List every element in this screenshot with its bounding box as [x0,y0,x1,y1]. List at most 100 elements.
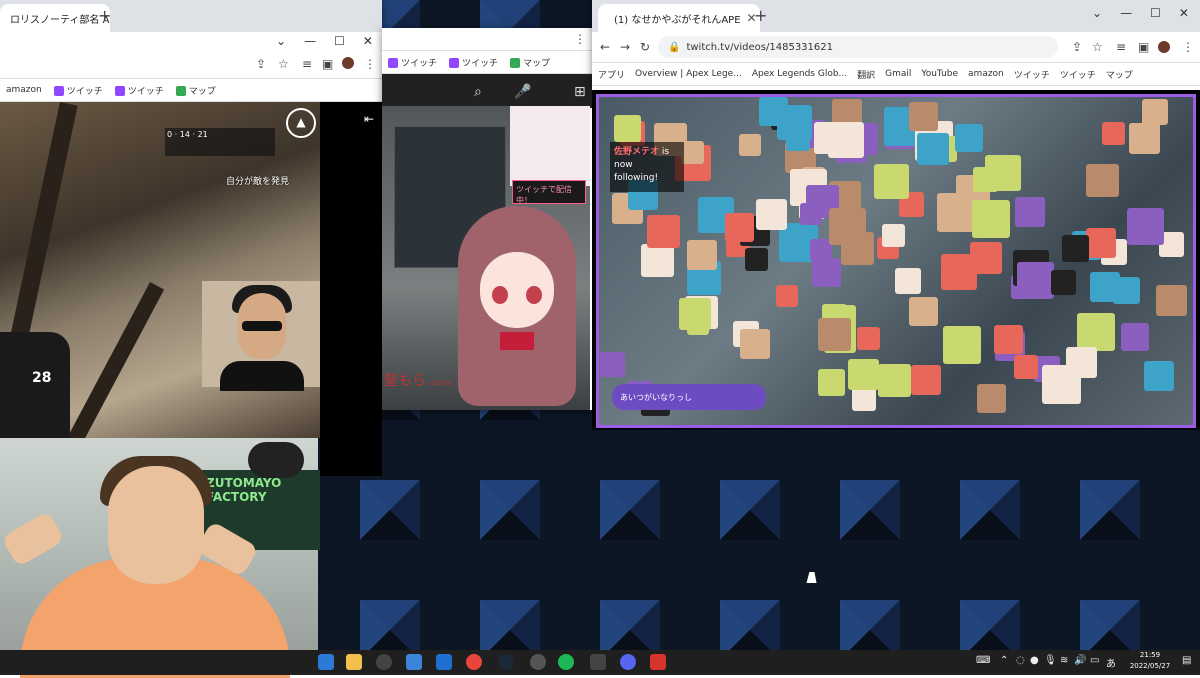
store-icon[interactable] [406,654,422,670]
emote-tile [681,141,704,164]
minimize-icon[interactable]: — [1120,6,1132,20]
emote-tile [600,352,625,377]
forward-icon[interactable]: → [620,40,630,54]
sidebar-icon[interactable]: ▣ [322,57,333,71]
bookmark-twitch-1[interactable]: ツイッチ [53,84,103,97]
steam-icon[interactable] [498,654,514,670]
bookmark-map[interactable]: マップ [1106,68,1133,81]
maximize-icon[interactable]: ☐ [334,34,345,48]
ime-indicator[interactable]: あ [1106,655,1116,670]
emote-tile [814,122,846,154]
left-titlebar: ⌄ — ☐ ✕ [0,32,382,50]
volume-icon[interactable]: 🔊 [1074,655,1086,666]
file-explorer-icon[interactable] [346,654,362,670]
tray-app-icon[interactable]: ● [1030,655,1039,666]
network-icon[interactable]: ◌ [1016,655,1025,666]
bookmark-youtube[interactable]: YouTube [921,69,958,79]
menu-icon[interactable]: ⋮ [364,57,376,71]
new-tab-icon[interactable]: + [754,6,767,25]
emote-tile [985,155,1021,191]
avatar[interactable] [1158,41,1170,53]
display-icon[interactable]: ▭ [1090,655,1099,666]
emote-tile [943,326,981,364]
mail-icon[interactable] [436,654,452,670]
keyboard-icon[interactable]: ⌨ [976,655,990,666]
bookmark-twitch-1[interactable]: ツイッチ [1014,68,1050,81]
create-icon[interactable]: ⊞ [574,84,586,100]
bookmark-twitch-2[interactable]: ツイッチ [114,84,164,97]
bookmark-translate[interactable]: 翻訳 [857,68,875,81]
windows-start-icon[interactable] [318,654,334,670]
search-icon[interactable]: ⌕ [474,84,482,100]
left-toolbar: ⇪ ☆ ≡ ▣ ⋮ [0,50,382,79]
emote-tile [739,134,761,156]
emote-tile [955,124,983,152]
bookmark-map[interactable]: マップ [175,84,216,97]
minimize-icon[interactable]: — [304,34,316,48]
maximize-icon[interactable]: ☐ [1150,6,1161,20]
chrome-icon[interactable] [466,654,482,670]
star-icon[interactable]: ☆ [278,57,289,71]
emote-tile [1113,277,1140,304]
bookmark-twitch-2[interactable]: ツイッチ [1060,68,1096,81]
mic-icon[interactable]: 🎤 [514,84,531,100]
discord-icon[interactable] [620,654,636,670]
taskbar-clock[interactable]: 21:59 2022/05/27 [1128,650,1172,672]
chevron-down-icon[interactable]: ⌄ [1092,6,1102,20]
bookmark-twitch-2[interactable]: ツイッチ [449,56,498,69]
mic-tray-icon[interactable]: 🎙 [1044,655,1057,666]
share-icon[interactable]: ⇪ [1072,40,1082,54]
bookmark-map[interactable]: マップ [510,56,550,69]
bookmark-gmail[interactable]: Gmail [885,69,911,79]
adobe-icon[interactable] [650,654,666,670]
emote-tile [1127,208,1164,245]
bookmark-overview[interactable]: Overview | Apex Lege... [635,69,742,79]
twitch-icon [449,58,460,68]
back-icon[interactable]: ← [600,40,610,54]
vtuber-name: 聖もら mochi [384,370,452,390]
left-tab[interactable]: ロリスノーティ部名 A ✕ [0,4,110,32]
share-icon[interactable]: ⇪ [256,57,266,71]
emote-tile [909,297,938,326]
sidebar-icon[interactable]: ▣ [1138,40,1149,54]
bookmark-amazon[interactable]: amazon [968,69,1004,79]
emote-tile [977,384,1006,413]
emote-tile [1086,228,1116,258]
twitch-stream-video[interactable] [596,94,1196,428]
reading-list-icon[interactable]: ≡ [1116,40,1126,54]
twitch-tab-title: (1) なせかやぶがそれんAPE [614,14,741,26]
emote-tile [1042,365,1081,404]
app-icon[interactable] [530,654,546,670]
left-browser-window[interactable]: ロリスノーティ部名 A ✕ + ⌄ — ☐ ✕ ⇪ ☆ ≡ ▣ ⋮ amazon… [0,0,382,102]
emote-tile [917,133,949,165]
star-icon[interactable]: ☆ [1092,40,1103,54]
chevron-down-icon[interactable]: ⌄ [276,34,286,48]
obs-icon[interactable] [376,654,392,670]
bookmark-apps[interactable]: アプリ [598,68,625,81]
app-icon[interactable] [590,654,606,670]
emote-tile [812,258,841,287]
avatar[interactable] [342,57,354,69]
wifi-icon[interactable]: ≋ [1060,655,1068,666]
twitch-tab[interactable]: (1) なせかやぶがそれんAPE ✕ [598,4,760,32]
bookmark-amazon[interactable]: amazon [6,85,42,95]
notification-icon[interactable]: ▤ [1182,655,1191,666]
bookmark-twitch-1[interactable]: ツイッチ [388,56,437,69]
spotify-icon[interactable] [558,654,574,670]
menu-icon[interactable]: ⋮ [1182,40,1194,54]
clock-time: 21:59 [1139,651,1161,659]
collapse-icon[interactable]: ⇤ [364,112,374,126]
tray-chevron-icon[interactable]: ⌃ [1000,655,1008,666]
menu-icon[interactable]: ⋮ [574,32,586,46]
close-window-icon[interactable]: ✕ [363,34,373,48]
microphone [248,442,304,478]
vtuber-face [480,252,554,328]
address-bar[interactable]: 🔒 twitch.tv/videos/1485331621 [658,36,1058,58]
new-tab-icon[interactable]: + [98,6,111,25]
twitch-browser-window[interactable]: (1) なせかやぶがそれんAPE ✕ + ⌄ — ☐ ✕ ← → ↻ 🔒 twi… [592,0,1200,90]
reload-icon[interactable]: ↻ [640,40,650,54]
reading-list-icon[interactable]: ≡ [302,57,312,71]
twitch-tabbar: (1) なせかやぶがそれんAPE ✕ + ⌄ — ☐ ✕ [592,0,1200,32]
bookmark-apex[interactable]: Apex Legends Glob... [752,69,847,79]
close-window-icon[interactable]: ✕ [1179,6,1189,20]
